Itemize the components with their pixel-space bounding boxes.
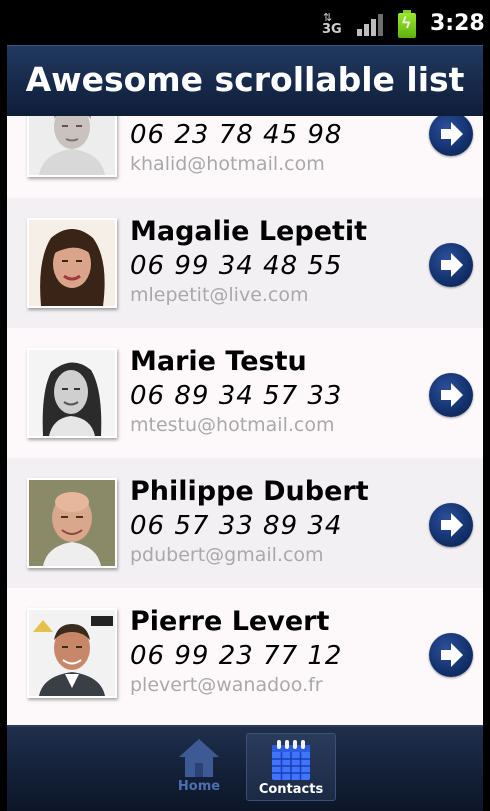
contact-email: plevert@wanadoo.fr <box>130 674 323 696</box>
contact-name: Pierre Levert <box>130 606 330 637</box>
contact-list[interactable]: 06 23 78 45 98 khalid@hotmail.com Magali… <box>7 116 483 725</box>
page-title: Awesome scrollable list <box>25 60 465 99</box>
title-bar: Awesome scrollable list <box>7 45 483 116</box>
contact-phone: 06 89 34 57 33 <box>130 381 343 411</box>
battery-charging-icon: ϟ <box>398 10 416 38</box>
contact-avatar <box>27 116 117 177</box>
house-icon <box>179 739 219 777</box>
contact-row[interactable]: Philippe Dubert 06 57 33 89 34 pdubert@g… <box>7 458 483 588</box>
bottom-tab-bar: Home Contacts <box>7 725 483 811</box>
contact-phone: 06 99 34 48 55 <box>130 251 343 281</box>
arrow-right-circle-icon[interactable] <box>429 243 473 287</box>
contact-phone: 06 23 78 45 98 <box>130 120 343 150</box>
signal-strength-icon <box>357 14 383 36</box>
tab-contacts[interactable]: Contacts <box>246 733 336 801</box>
tab-contacts-label: Contacts <box>258 782 324 797</box>
tab-home-label: Home <box>177 779 221 794</box>
contact-avatar <box>27 218 117 308</box>
arrow-right-circle-icon[interactable] <box>429 116 473 156</box>
contact-avatar <box>27 608 117 698</box>
network-type-label: 3G <box>322 22 342 37</box>
network-3g-icon: ⇅ 3G <box>322 11 342 37</box>
contact-row[interactable]: 06 23 78 45 98 khalid@hotmail.com <box>7 116 483 197</box>
arrow-right-circle-icon[interactable] <box>429 633 473 677</box>
status-time: 3:28 <box>430 11 485 36</box>
contact-email: mtestu@hotmail.com <box>130 414 335 436</box>
contact-email: khalid@hotmail.com <box>130 153 325 175</box>
contact-phone: 06 99 23 77 12 <box>130 641 343 671</box>
contact-name: Philippe Dubert <box>130 476 369 507</box>
contact-email: pdubert@gmail.com <box>130 544 324 566</box>
contact-name: Marie Testu <box>130 346 307 377</box>
contact-avatar <box>27 478 117 568</box>
calendar-icon <box>272 740 310 780</box>
arrow-right-circle-icon[interactable] <box>429 503 473 547</box>
contact-row[interactable]: Pierre Levert 06 99 23 77 12 plevert@wan… <box>7 588 483 718</box>
contact-email: mlepetit@live.com <box>130 284 309 306</box>
contact-row[interactable]: Marie Testu 06 89 34 57 33 mtestu@hotmai… <box>7 328 483 458</box>
tab-home[interactable]: Home <box>154 733 244 801</box>
arrow-right-circle-icon[interactable] <box>429 373 473 417</box>
contact-row[interactable]: Magalie Lepetit 06 99 34 48 55 mlepetit@… <box>7 198 483 328</box>
contact-name: Magalie Lepetit <box>130 216 368 247</box>
status-bar: ⇅ 3G ϟ 3:28 <box>0 0 490 45</box>
contact-phone: 06 57 33 89 34 <box>130 511 343 541</box>
contact-avatar <box>27 348 117 438</box>
